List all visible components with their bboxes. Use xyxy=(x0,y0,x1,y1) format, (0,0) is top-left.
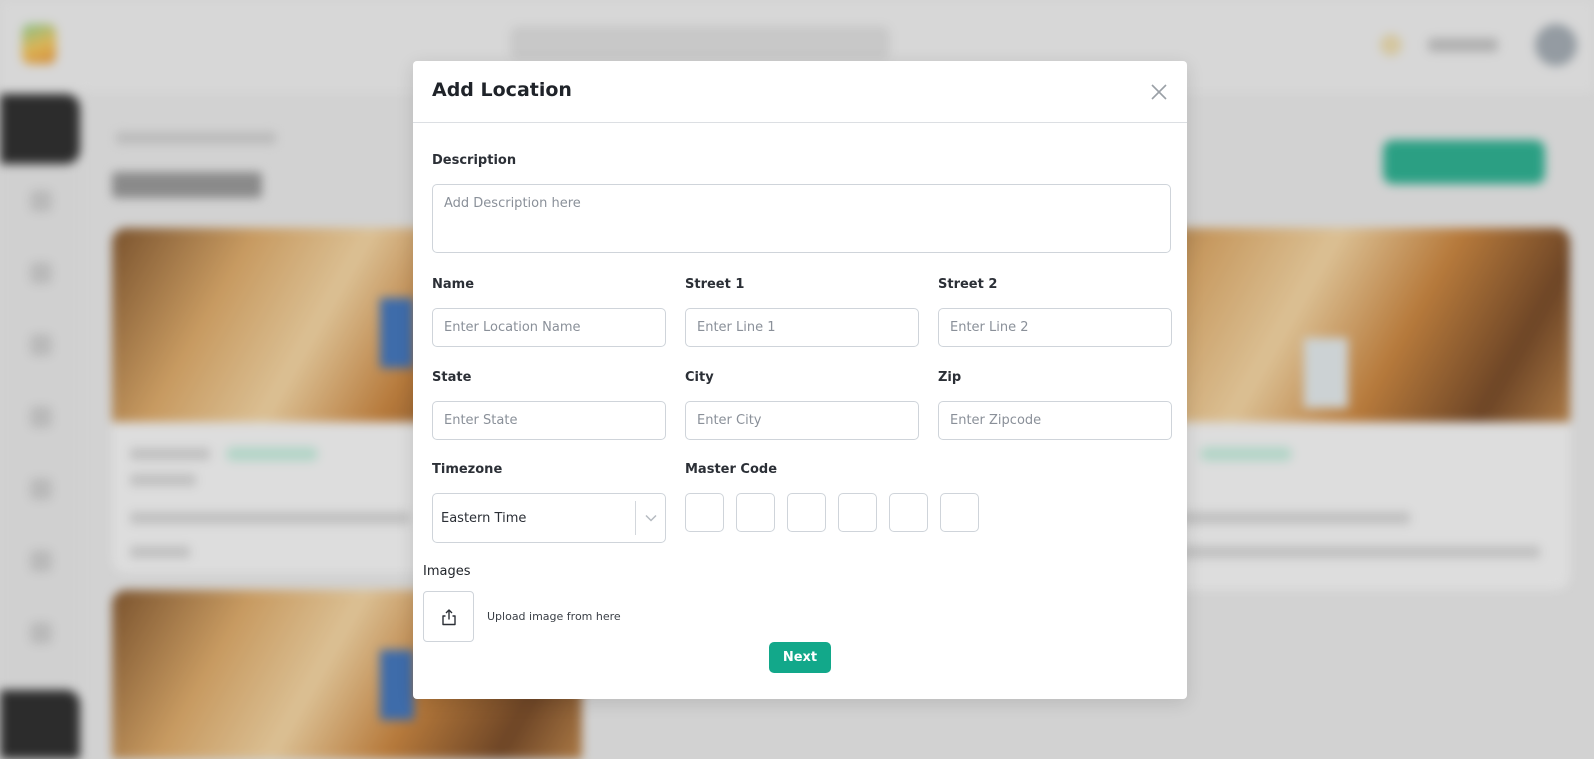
zip-label: Zip xyxy=(938,370,962,385)
city-label: City xyxy=(685,370,714,385)
name-label: Name xyxy=(432,277,475,292)
upload-hint: Upload image from here xyxy=(487,610,621,623)
zip-field[interactable] xyxy=(938,401,1172,440)
street2-field[interactable] xyxy=(938,308,1172,347)
master-code-digit-1[interactable] xyxy=(685,493,724,532)
master-code-label: Master Code xyxy=(685,462,778,477)
modal-header: Add Location xyxy=(413,61,1187,123)
description-label: Description xyxy=(432,153,517,168)
state-label: State xyxy=(432,370,472,385)
upload-image-button[interactable] xyxy=(423,591,474,642)
modal-title: Add Location xyxy=(432,79,572,101)
state-field[interactable] xyxy=(432,401,666,440)
close-icon[interactable] xyxy=(1148,81,1170,103)
name-field[interactable] xyxy=(432,308,666,347)
street1-label: Street 1 xyxy=(685,277,745,292)
timezone-select[interactable]: Eastern Time xyxy=(432,493,666,543)
master-code-digit-2[interactable] xyxy=(736,493,775,532)
master-code-digit-4[interactable] xyxy=(838,493,877,532)
street2-label: Street 2 xyxy=(938,277,998,292)
add-location-modal: Add Location Description Name Street 1 S… xyxy=(413,61,1187,699)
city-field[interactable] xyxy=(685,401,919,440)
master-code-digit-6[interactable] xyxy=(940,493,979,532)
chevron-down-icon[interactable] xyxy=(636,494,665,542)
next-button[interactable]: Next xyxy=(769,642,831,673)
master-code-digit-3[interactable] xyxy=(787,493,826,532)
street1-field[interactable] xyxy=(685,308,919,347)
timezone-value: Eastern Time xyxy=(441,510,527,526)
master-code-digit-5[interactable] xyxy=(889,493,928,532)
description-field[interactable] xyxy=(432,184,1171,253)
timezone-label: Timezone xyxy=(432,462,503,477)
upload-icon xyxy=(441,608,456,625)
images-label: Images xyxy=(423,564,471,579)
